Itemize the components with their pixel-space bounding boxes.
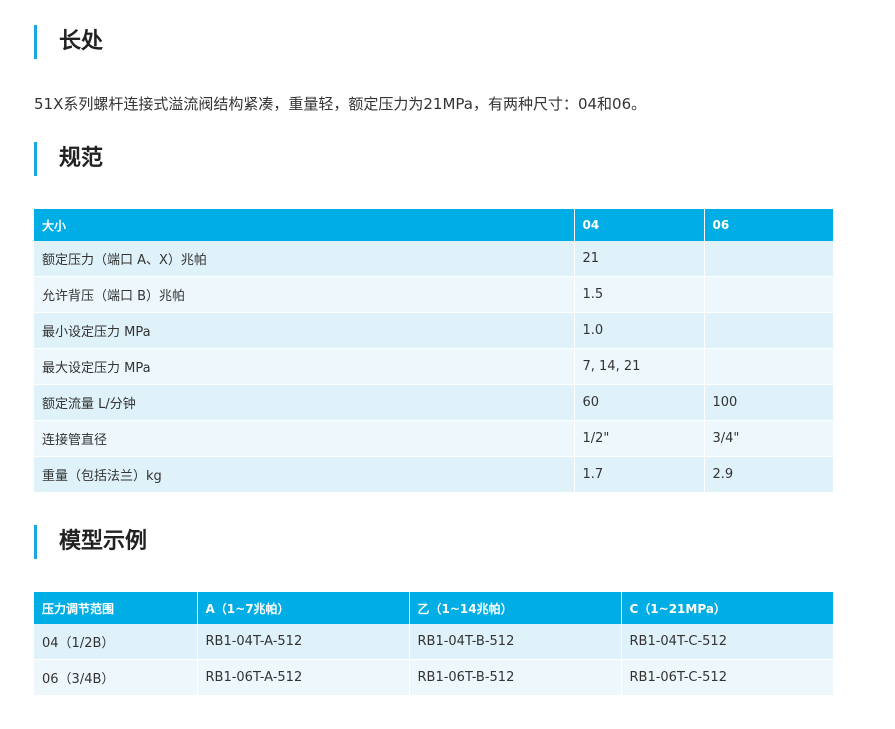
- spec-label: 额定压力（端口 A、X）兆帕: [34, 241, 575, 277]
- model-code-b: RB1-04T-B-512: [409, 624, 622, 660]
- spec-value-04: 1.5: [574, 276, 705, 313]
- table-row: 最大设定压力 MPa 7, 14, 21: [34, 348, 833, 385]
- table-row: 额定压力（端口 A、X）兆帕 21: [34, 241, 833, 277]
- spec-label: 最小设定压力 MPa: [34, 312, 575, 349]
- model-header-c: C（1~21MPa）: [621, 592, 833, 624]
- model-size: 06（3/4B）: [34, 659, 198, 696]
- model-header-a: A（1~7兆帕）: [197, 592, 410, 624]
- spec-value-06: [704, 241, 833, 277]
- spec-value-06: [704, 312, 833, 349]
- table-row: 连接管直径 1/2" 3/4": [34, 420, 833, 457]
- model-code-a: RB1-06T-A-512: [197, 659, 410, 696]
- spec-label: 最大设定压力 MPa: [34, 348, 575, 385]
- spec-value-04: 60: [574, 384, 705, 421]
- spec-label: 允许背压（端口 B）兆帕: [34, 276, 575, 313]
- table-row: 04（1/2B） RB1-04T-A-512 RB1-04T-B-512 RB1…: [34, 624, 833, 660]
- model-size: 04（1/2B）: [34, 624, 198, 660]
- spec-header-size: 大小: [34, 209, 575, 241]
- spec-label: 连接管直径: [34, 420, 575, 457]
- table-row: 允许背压（端口 B）兆帕 1.5: [34, 276, 833, 313]
- table-row: 06（3/4B） RB1-06T-A-512 RB1-06T-B-512 RB1…: [34, 659, 833, 696]
- model-code-b: RB1-06T-B-512: [409, 659, 622, 696]
- model-code-c: RB1-06T-C-512: [621, 659, 833, 696]
- specifications-table: 大小 04 06 额定压力（端口 A、X）兆帕 21 允许背压（端口 B）兆帕 …: [34, 209, 833, 493]
- table-row: 重量（包括法兰）kg 1.7 2.9: [34, 456, 833, 493]
- page: 长处 51X系列螺杆连接式溢流阀结构紧凑，重量轻，额定压力为21MPa，有两种尺…: [0, 0, 895, 729]
- model-code-a: RB1-04T-A-512: [197, 624, 410, 660]
- spec-label: 额定流量 L/分钟: [34, 384, 575, 421]
- spec-label: 重量（包括法兰）kg: [34, 456, 575, 493]
- spec-value-04: 1.7: [574, 456, 705, 493]
- section-heading-model-examples: 模型示例: [34, 525, 147, 559]
- model-examples-table: 压力调节范围 A（1~7兆帕） 乙（1~14兆帕） C（1~21MPa） 04（…: [34, 592, 833, 696]
- spec-value-06: 3/4": [704, 420, 833, 457]
- spec-value-04: 7, 14, 21: [574, 348, 705, 385]
- spec-header-06: 06: [704, 209, 833, 241]
- spec-value-06: [704, 276, 833, 313]
- model-header-b: 乙（1~14兆帕）: [409, 592, 622, 624]
- table-row: 额定流量 L/分钟 60 100: [34, 384, 833, 421]
- spec-value-04: 21: [574, 241, 705, 277]
- model-header-row: 压力调节范围 A（1~7兆帕） 乙（1~14兆帕） C（1~21MPa）: [34, 592, 833, 624]
- model-code-c: RB1-04T-C-512: [621, 624, 833, 660]
- spec-value-06: [704, 348, 833, 385]
- advantages-paragraph: 51X系列螺杆连接式溢流阀结构紧凑，重量轻，额定压力为21MPa，有两种尺寸：0…: [34, 95, 647, 113]
- spec-header-row: 大小 04 06: [34, 209, 833, 241]
- spec-value-04: 1/2": [574, 420, 705, 457]
- section-heading-advantages: 长处: [34, 25, 103, 59]
- spec-value-06: 100: [704, 384, 833, 421]
- spec-header-04: 04: [574, 209, 705, 241]
- table-row: 最小设定压力 MPa 1.0: [34, 312, 833, 349]
- spec-value-04: 1.0: [574, 312, 705, 349]
- section-heading-specifications: 规范: [34, 142, 103, 176]
- model-header-range: 压力调节范围: [34, 592, 198, 624]
- spec-value-06: 2.9: [704, 456, 833, 493]
